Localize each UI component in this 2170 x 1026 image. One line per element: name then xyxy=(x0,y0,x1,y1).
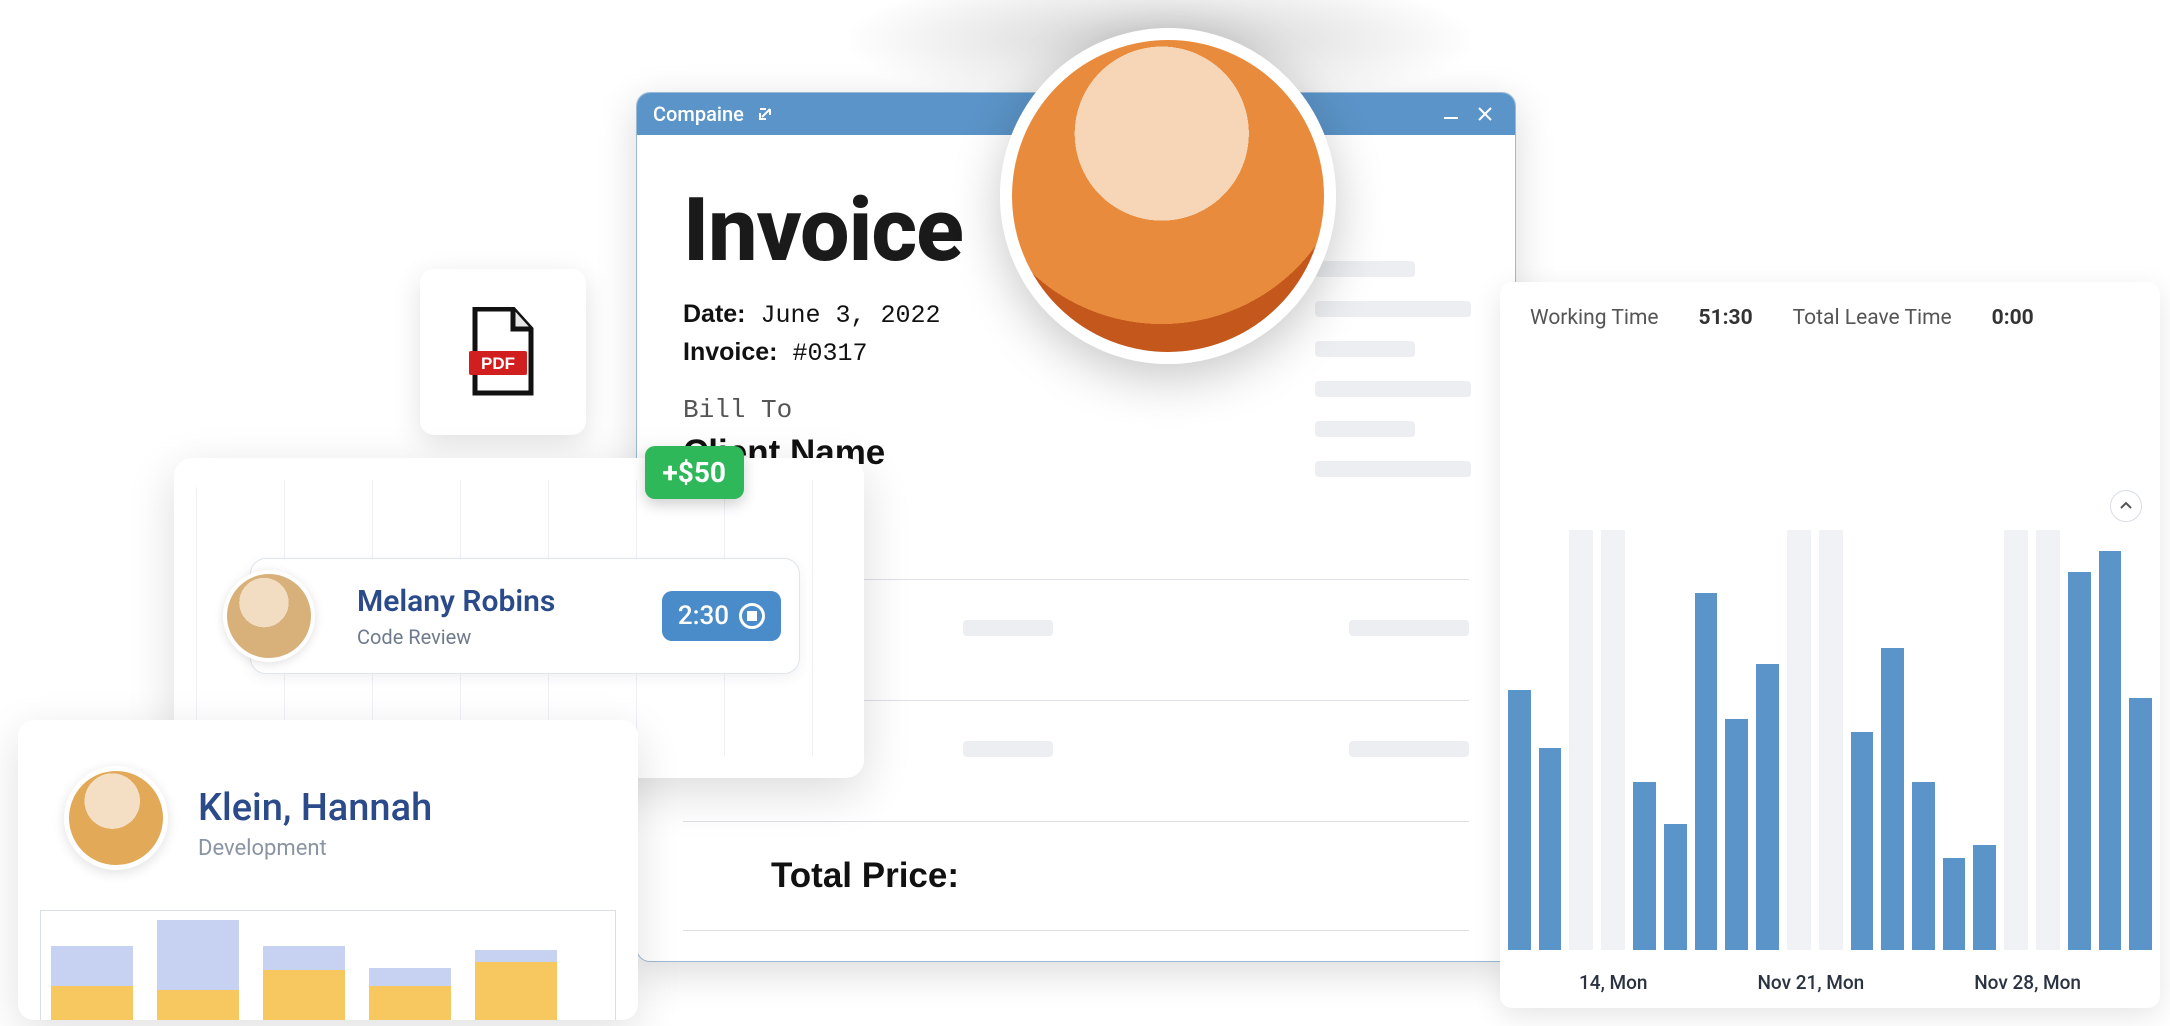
divider xyxy=(683,821,1469,822)
chevron-up-icon xyxy=(2119,499,2133,513)
mini-chart-bar xyxy=(369,968,451,1020)
user-avatar-small xyxy=(223,570,315,662)
chart-gap xyxy=(2036,530,2060,950)
date-value: June 3, 2022 xyxy=(761,301,941,330)
working-time-label: Working Time xyxy=(1530,306,1659,330)
svg-text:PDF: PDF xyxy=(481,354,515,373)
mini-chart-bar xyxy=(157,920,239,1020)
leave-time-label: Total Leave Time xyxy=(1793,306,1952,330)
timer-pill[interactable]: 2:30 xyxy=(662,591,781,641)
profile-name[interactable]: Klein, Hannah xyxy=(198,786,432,830)
chart-bar xyxy=(1973,845,1996,950)
report-panel: Working Time 51:30 Total Leave Time 0:00… xyxy=(1500,282,2160,1008)
window-title: Compaine xyxy=(653,102,744,126)
mini-chart-bar xyxy=(475,950,557,1020)
chart-bar xyxy=(1508,690,1531,950)
chart-bar xyxy=(1633,782,1656,950)
report-header: Working Time 51:30 Total Leave Time 0:00 xyxy=(1500,282,2160,354)
chart-gap xyxy=(1819,530,1843,950)
pdf-icon: PDF xyxy=(467,307,539,397)
date-label: Date: xyxy=(683,300,746,328)
person-chip[interactable]: Melany Robins Code Review 2:30 xyxy=(250,558,800,674)
invoice-number-value: #0317 xyxy=(793,339,868,368)
working-time-value: 51:30 xyxy=(1699,306,1753,330)
divider xyxy=(683,930,1469,931)
x-tick: 14, Mon xyxy=(1579,971,1648,994)
mini-chart-bar xyxy=(263,946,345,1020)
chart-bar xyxy=(1756,664,1779,950)
working-time-bar-chart xyxy=(1500,530,2160,950)
chart-bar xyxy=(1539,748,1562,950)
chart-bar xyxy=(1912,782,1935,950)
timer-value: 2:30 xyxy=(678,601,729,631)
invoice-number-label: Invoice: xyxy=(683,338,777,366)
chart-gap xyxy=(1601,530,1625,950)
chart-bar xyxy=(1695,593,1718,950)
x-tick: Nov 28, Mon xyxy=(1974,971,2081,994)
person-name: Melany Robins xyxy=(357,584,555,619)
profile-mini-chart xyxy=(40,910,616,1020)
chart-gap xyxy=(2004,530,2028,950)
chart-bar xyxy=(1851,732,1874,950)
chart-bar xyxy=(1664,824,1687,950)
mini-chart-bar xyxy=(51,946,133,1020)
popout-icon[interactable] xyxy=(754,103,776,125)
pdf-export-card[interactable]: PDF xyxy=(420,269,586,435)
stop-icon[interactable] xyxy=(739,603,765,629)
user-avatar-large xyxy=(1000,28,1336,364)
bonus-badge: +$50 xyxy=(645,446,744,499)
minimize-button[interactable] xyxy=(1437,100,1465,128)
close-button[interactable] xyxy=(1471,100,1499,128)
chart-bar xyxy=(2129,698,2152,950)
chart-gap xyxy=(1569,530,1593,950)
task-name: Code Review xyxy=(357,625,555,649)
total-price-label: Total Price: xyxy=(771,856,959,896)
leave-time-value: 0:00 xyxy=(1992,306,2034,330)
x-axis-labels: 14, Mon Nov 21, Mon Nov 28, Mon xyxy=(1500,971,2160,994)
chart-bar xyxy=(1943,858,1966,950)
profile-card: Klein, Hannah Development xyxy=(18,720,638,1020)
collapse-button[interactable] xyxy=(2110,490,2142,522)
profile-department: Development xyxy=(198,836,432,861)
chart-bar xyxy=(2068,572,2091,950)
chart-bar xyxy=(1881,648,1904,950)
chart-bar xyxy=(2099,551,2122,950)
invoice-meta-skeleton xyxy=(1315,261,1471,477)
x-tick: Nov 21, Mon xyxy=(1757,971,1864,994)
profile-avatar xyxy=(64,766,168,870)
chart-gap xyxy=(1787,530,1811,950)
chart-bar xyxy=(1725,719,1748,950)
